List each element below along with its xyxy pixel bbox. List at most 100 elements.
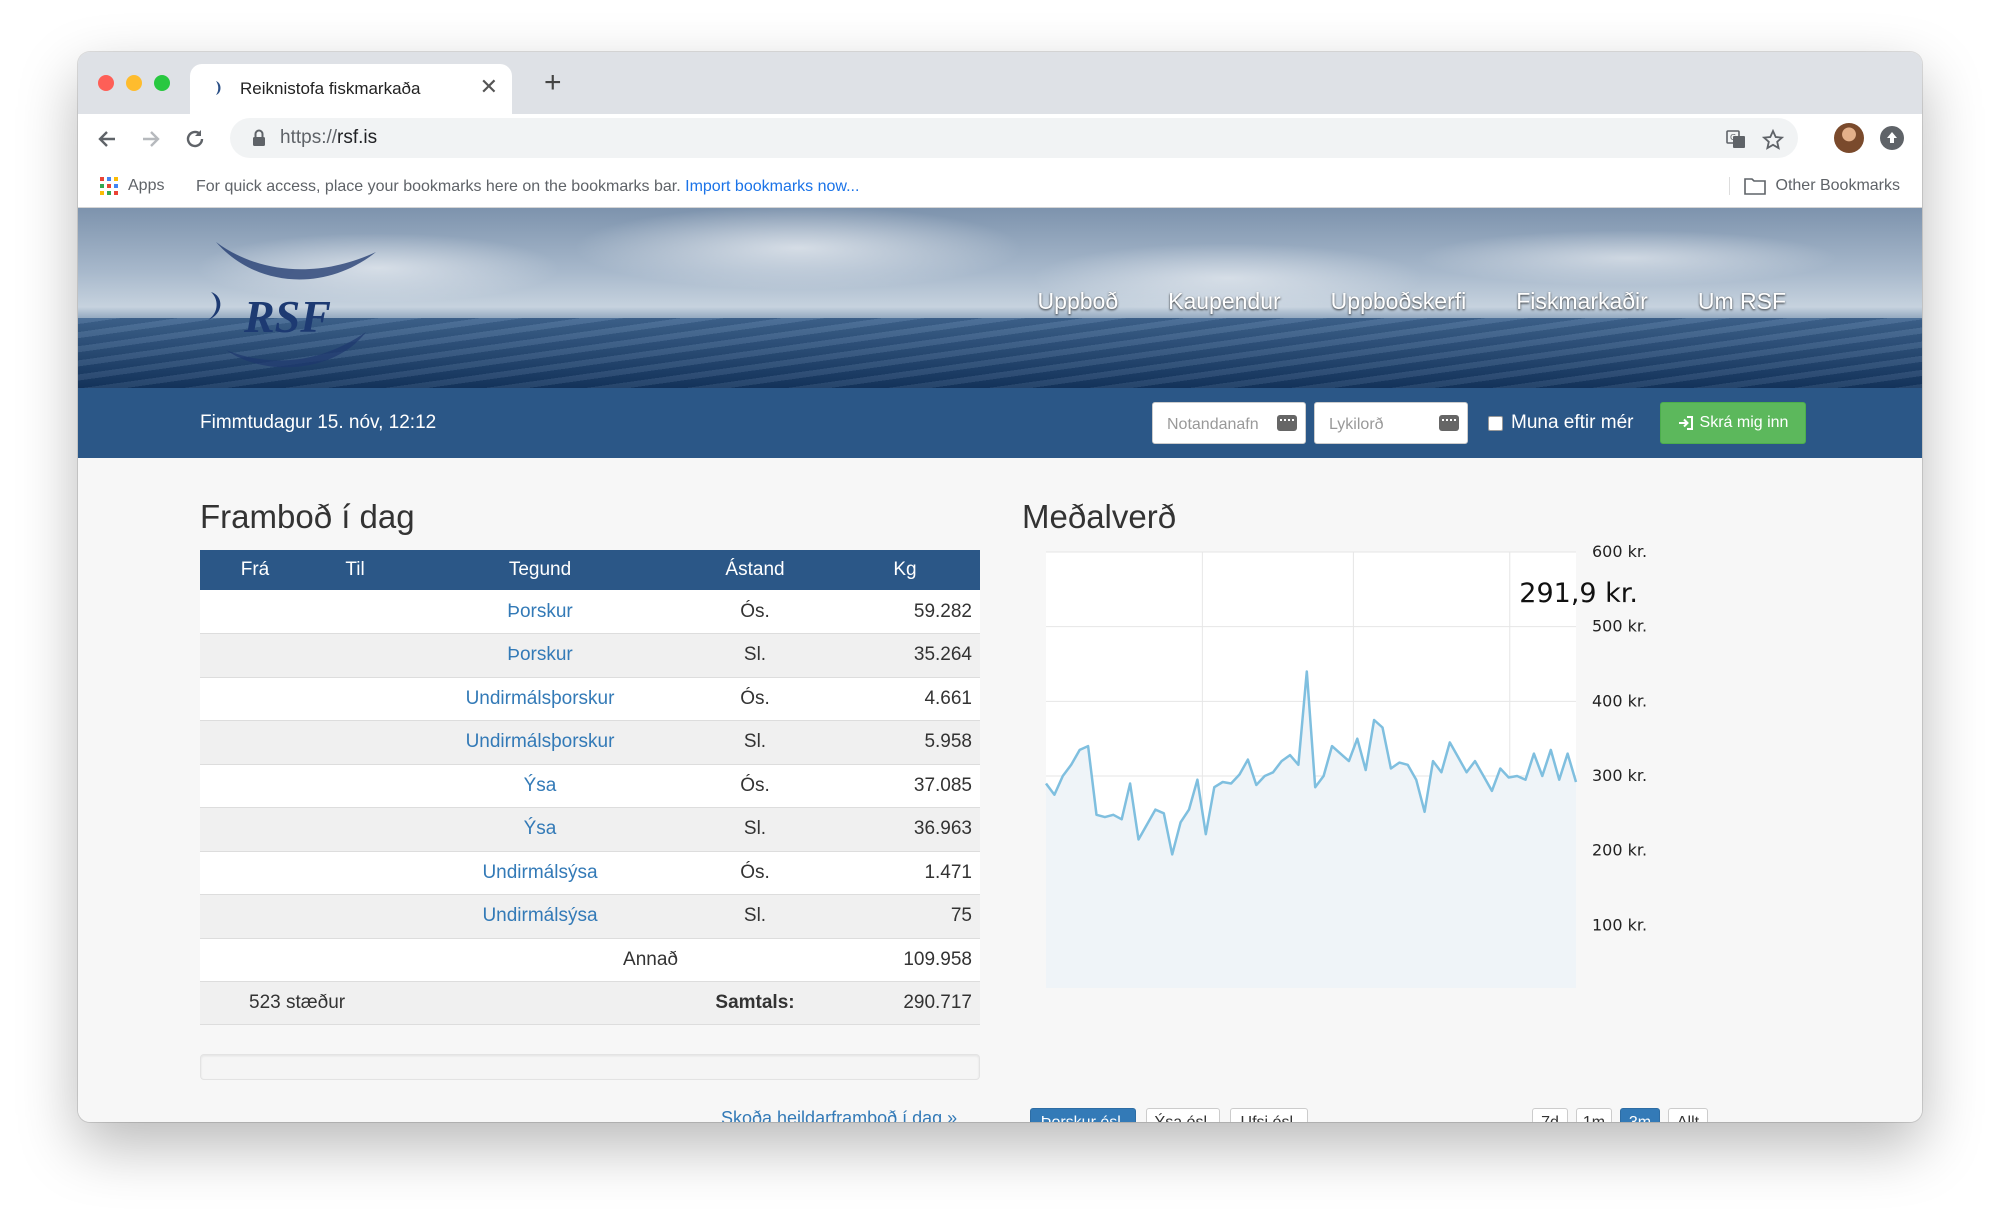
- table-row-other: Annað 109.958: [200, 938, 980, 982]
- kg-cell: 35.264: [830, 633, 980, 678]
- current-datetime: Fimmtudagur 15. nóv, 12:12: [200, 412, 437, 433]
- kg-cell: 4.661: [830, 677, 980, 721]
- species-link[interactable]: Undirmálsþorskur: [400, 720, 680, 765]
- range-toggle-group: 7d 1m 3m Allt: [1532, 1108, 1732, 1122]
- url-scheme: https://: [280, 127, 338, 148]
- bookmarks-hint-text: For quick access, place your bookmarks h…: [196, 178, 681, 195]
- browser-tab[interactable]: Reiknistofa fiskmarkaða ✕: [190, 64, 512, 114]
- condition-cell: Sl.: [680, 633, 830, 678]
- nav-uppbodskerfi[interactable]: Uppboðskerfi: [1331, 288, 1467, 315]
- maximize-window-button[interactable]: [154, 75, 170, 91]
- browser-window: Reiknistofa fiskmarkaða ✕ + https://rsf.…: [78, 52, 1922, 1122]
- current-price-value: 291,9 kr.: [1519, 578, 1638, 609]
- username-field[interactable]: Notandanafn: [1152, 402, 1306, 444]
- password-field[interactable]: Lykilorð: [1314, 402, 1468, 444]
- kg-cell: 1.471: [830, 851, 980, 895]
- full-supply-link[interactable]: Skoða heildarframboð í dag »: [721, 1108, 957, 1122]
- y-tick-label: 500 kr.: [1592, 617, 1647, 636]
- supply-table: Frá Til Tegund Ástand Kg Þorskur Ós. 59.28…: [200, 550, 980, 1025]
- translate-icon[interactable]: G: [1726, 129, 1746, 149]
- table-row: Ýsa Ós. 37.085: [200, 764, 980, 808]
- average-price-chart: 0 kr.100 kr.200 kr.300 kr.400 kr.500 kr.…: [1045, 544, 1647, 988]
- average-price-title: Meðalverð: [1022, 498, 1177, 535]
- minimize-window-button[interactable]: [126, 75, 142, 91]
- species-link[interactable]: Undirmálsýsa: [400, 851, 680, 895]
- species-link[interactable]: Ýsa: [400, 807, 680, 852]
- species-link[interactable]: Undirmálsýsa: [400, 894, 680, 939]
- new-tab-icon[interactable]: +: [544, 68, 562, 98]
- login-button[interactable]: Skrá mig inn: [1660, 402, 1806, 444]
- y-tick-label: 300 kr.: [1592, 766, 1647, 785]
- import-bookmarks-link[interactable]: Import bookmarks now...: [685, 178, 859, 195]
- species-link[interactable]: Ýsa: [400, 764, 680, 808]
- condition-cell: Sl.: [680, 894, 830, 939]
- col-fra: Frá: [200, 550, 310, 590]
- main-nav: Uppboð Kaupendur Uppboðskerfi Fiskmarkað…: [1038, 288, 1786, 315]
- address-bar[interactable]: https://rsf.is G: [230, 118, 1798, 158]
- back-button[interactable]: [92, 124, 122, 154]
- table-row: Ýsa Sl. 36.963: [200, 807, 980, 852]
- tab-close-icon[interactable]: ✕: [480, 75, 498, 99]
- reload-icon: [186, 130, 204, 148]
- total-label: Samtals:: [680, 981, 830, 1025]
- forward-button[interactable]: [136, 124, 166, 154]
- other-bookmarks[interactable]: Other Bookmarks: [1728, 177, 1900, 195]
- logo-text: RSF: [243, 291, 331, 342]
- table-row: Þorskur Ós. 59.282: [200, 590, 980, 634]
- nav-uppbod[interactable]: Uppboð: [1038, 288, 1119, 315]
- kg-cell: 75: [830, 894, 980, 939]
- species-link[interactable]: Undirmálsþorskur: [400, 677, 680, 721]
- kg-cell: 37.085: [830, 764, 980, 808]
- col-kg: Kg: [830, 550, 980, 590]
- nav-fiskmarkadir[interactable]: Fiskmarkaðir: [1516, 288, 1648, 315]
- col-astand: Ástand: [680, 550, 830, 590]
- total-kg: 290.717: [830, 981, 980, 1025]
- keyboard-icon: [1439, 415, 1459, 431]
- condition-cell: Ós.: [680, 851, 830, 895]
- condition-cell: Ós.: [680, 677, 830, 721]
- progress-bar: [200, 1054, 980, 1080]
- nav-kaupendur[interactable]: Kaupendur: [1168, 288, 1281, 315]
- range-7d[interactable]: 7d: [1532, 1108, 1568, 1122]
- remember-me[interactable]: Muna eftir mér: [1488, 412, 1633, 434]
- profile-avatar[interactable]: [1834, 123, 1864, 153]
- reload-button[interactable]: [180, 124, 210, 154]
- species-link[interactable]: Þorskur: [400, 590, 680, 634]
- y-tick-label: 600 kr.: [1592, 544, 1647, 561]
- condition-cell: Ós.: [680, 590, 830, 634]
- update-extension-icon[interactable]: [1880, 126, 1904, 150]
- species-btn-thorskur[interactable]: Þorskur ósl.: [1030, 1108, 1136, 1122]
- kg-cell: 36.963: [830, 807, 980, 852]
- nav-um-rsf[interactable]: Um RSF: [1698, 288, 1786, 315]
- close-window-button[interactable]: [98, 75, 114, 91]
- rsf-logo[interactable]: RSF: [196, 232, 396, 372]
- range-1m[interactable]: 1m: [1576, 1108, 1612, 1122]
- species-btn-ysa[interactable]: Ýsa ósl.: [1146, 1108, 1220, 1122]
- supply-title: Framboð í dag: [200, 498, 415, 535]
- table-row: Undirmálsþorskur Sl. 5.958: [200, 720, 980, 765]
- lot-count: 523 stæður: [200, 981, 400, 1025]
- table-total-row: 523 stæður Samtals: 290.717: [200, 981, 980, 1025]
- condition-cell: Ós.: [680, 764, 830, 808]
- folder-icon: [1743, 178, 1766, 195]
- browser-toolbar: https://rsf.is G: [78, 114, 1922, 164]
- bookmarks-hint: For quick access, place your bookmarks h…: [196, 178, 859, 196]
- apps-shortcut[interactable]: Apps: [100, 177, 164, 195]
- apps-grid-icon: [100, 177, 118, 195]
- species-link[interactable]: Þorskur: [400, 633, 680, 678]
- remember-me-checkbox[interactable]: [1488, 415, 1503, 431]
- y-axis-labels: 0 kr.100 kr.200 kr.300 kr.400 kr.500 kr.…: [1592, 544, 1647, 934]
- range-3m[interactable]: 3m: [1620, 1108, 1660, 1122]
- condition-cell: Sl.: [680, 807, 830, 852]
- table-row: Undirmálsýsa Ós. 1.471: [200, 851, 980, 895]
- forward-arrow-icon: [143, 131, 160, 147]
- col-tegund: Tegund: [400, 550, 680, 590]
- supply-rows: Þorskur Ós. 59.282 Þorskur Sl. 35.264 Undirm…: [200, 590, 980, 982]
- remember-me-label: Muna eftir mér: [1511, 412, 1634, 433]
- range-allt[interactable]: Allt: [1668, 1108, 1708, 1122]
- table-row: Undirmálsýsa Sl. 75: [200, 894, 980, 939]
- species-btn-ufsi[interactable]: Ufsi ósl.: [1230, 1108, 1308, 1122]
- login-bar: Fimmtudagur 15. nóv, 12:12 Notandanafn L…: [78, 388, 1922, 458]
- other-bookmarks-label: Other Bookmarks: [1775, 177, 1900, 194]
- bookmark-star-icon[interactable]: [1762, 129, 1784, 151]
